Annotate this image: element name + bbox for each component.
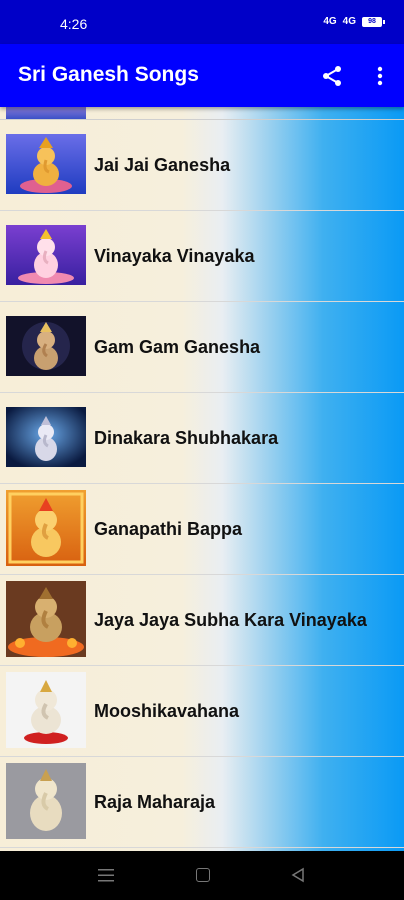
list-item-mooshikavahana[interactable]: Mooshikavahana (0, 666, 404, 757)
ganesha-thumbnail (6, 490, 86, 566)
song-title: Jai Jai Ganesha (94, 155, 231, 175)
song-title: Ganapathi Bappa (94, 519, 243, 539)
ganesha-thumbnail (6, 107, 86, 119)
list-item-jai-jai-ganesha[interactable]: Jai Jai Ganesha (0, 120, 404, 211)
battery-level: 98 (368, 17, 376, 25)
app-title: Sri Ganesh Songs (18, 63, 199, 86)
network-indicator-2: 4G (342, 16, 356, 27)
song-title: Dinakara Shubhakara (94, 428, 279, 448)
list-item-ganapathi-bappa[interactable]: Ganapathi Bappa (0, 484, 404, 575)
song-title: Gam Gam Ganesha (94, 337, 261, 357)
list-item-dinakara-shubhakara[interactable]: Dinakara Shubhakara (0, 393, 404, 484)
song-list[interactable]: Jai Jai Ganesha Vinayaka Vinayaka Gam Ga… (0, 107, 404, 851)
song-title: Mooshikavahana (94, 701, 240, 721)
song-title: Jaya Jaya Subha Kara Vinayaka (94, 610, 367, 630)
ganesha-thumbnail (6, 225, 86, 285)
status-bar: 4:26 4G 4G 98 (0, 0, 404, 44)
network-indicator-1: 4G (323, 16, 337, 27)
system-nav-bar (0, 851, 404, 900)
status-time: 4:26 (60, 16, 88, 32)
list-item-gam-gam-ganesha[interactable]: Gam Gam Ganesha (0, 302, 404, 393)
battery-icon: 98 (362, 16, 385, 27)
menu-icon[interactable] (98, 869, 114, 882)
ganesha-thumbnail (6, 316, 86, 376)
ganesha-thumbnail (6, 407, 86, 467)
song-title: Raja Maharaja (94, 792, 216, 812)
song-title: Vinayaka Vinayaka (94, 246, 255, 266)
ganesha-thumbnail (6, 763, 86, 839)
ganesha-thumbnail (6, 672, 86, 748)
list-item-jaya-jaya-subha-kara-vinayaka[interactable]: Jaya Jaya Subha Kara Vinayaka (0, 575, 404, 666)
share-icon[interactable] (320, 64, 344, 88)
partial-list-item[interactable] (0, 107, 404, 120)
home-square-icon[interactable] (196, 868, 210, 882)
ganesha-thumbnail (6, 134, 86, 194)
back-triangle-icon[interactable] (290, 867, 306, 883)
more-vert-icon[interactable] (368, 64, 392, 88)
list-item-raja-maharaja[interactable]: Raja Maharaja (0, 757, 404, 848)
app-bar: Sri Ganesh Songs (0, 44, 404, 107)
list-item-vinayaka-vinayaka[interactable]: Vinayaka Vinayaka (0, 211, 404, 302)
status-indicators: 4G 4G 98 (323, 16, 385, 27)
ganesha-thumbnail (6, 581, 86, 657)
